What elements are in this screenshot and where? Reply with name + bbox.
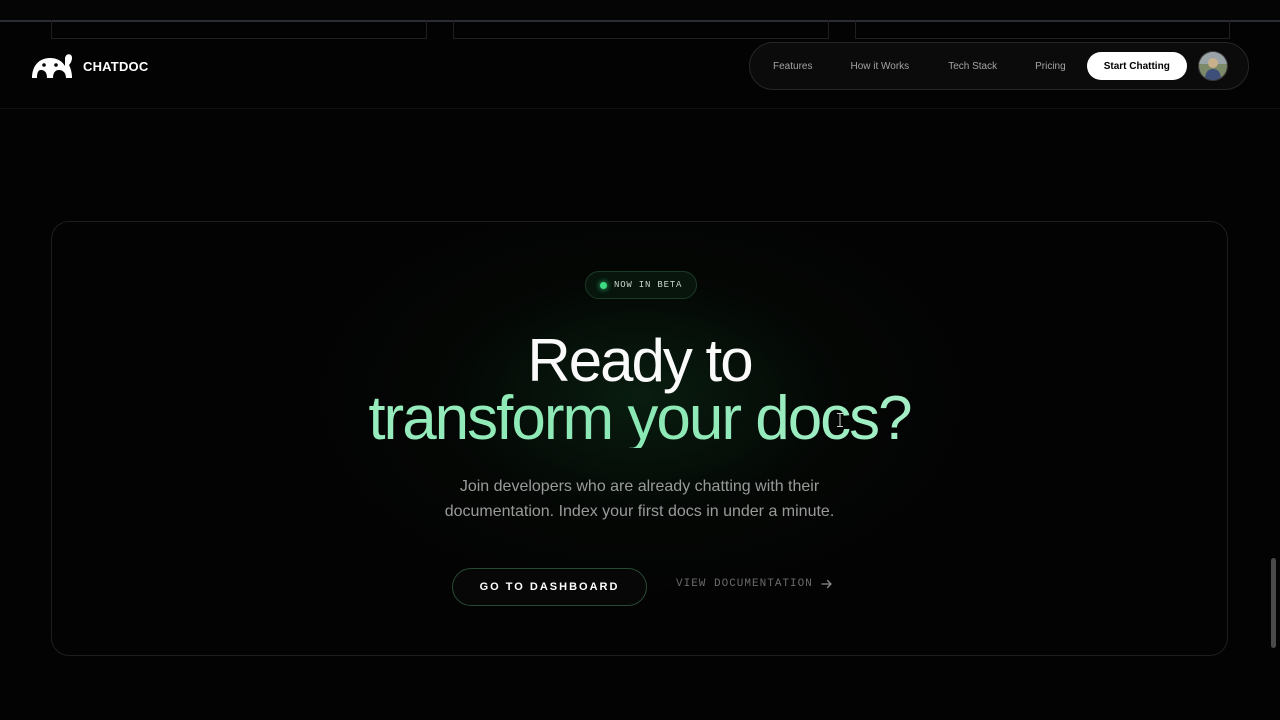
arrow-right-icon: [821, 579, 832, 589]
status-dot-icon: [600, 281, 607, 289]
previous-card: [855, 20, 1230, 39]
nav-link-pricing[interactable]: Pricing: [1035, 61, 1066, 72]
header-divider: [0, 108, 1280, 109]
page-scrollbar[interactable]: [1271, 558, 1276, 648]
user-avatar[interactable]: [1197, 51, 1228, 81]
heading-line-2: transform your docs?: [52, 388, 1227, 450]
nav-link-features[interactable]: Features: [773, 61, 812, 72]
subtitle-line-2: documentation. Index your first docs in …: [444, 503, 835, 520]
go-to-dashboard-button[interactable]: GO TO DASHBOARD: [452, 568, 647, 606]
cta-section: NOW IN BETA Ready to transform your docs…: [51, 221, 1228, 656]
avatar-image: [1198, 52, 1227, 80]
brand-logo[interactable]: CHATDOC: [30, 52, 148, 80]
documentation-link-label: VIEW DOCUMENTATION: [676, 578, 813, 590]
previous-section-edge: [0, 0, 1280, 22]
chatdoc-logo-icon: [32, 54, 73, 78]
badge-label: NOW IN BETA: [614, 280, 683, 290]
heading-line-1: Ready to: [527, 327, 753, 394]
previous-card: [453, 20, 829, 39]
dashboard-button-label: GO TO DASHBOARD: [479, 581, 620, 593]
status-badge: NOW IN BETA: [585, 271, 698, 299]
nav-link-how-it-works[interactable]: How it Works: [850, 61, 909, 72]
view-documentation-link[interactable]: VIEW DOCUMENTATION: [676, 578, 833, 590]
cta-subtitle: Join developers who are already chatting…: [52, 474, 1227, 524]
nav-link-tech-stack[interactable]: Tech Stack: [948, 61, 997, 72]
cta-heading: Ready to transform your docs?: [52, 327, 1227, 450]
subtitle-line-1: Join developers who are already chatting…: [459, 478, 820, 495]
brand-name: CHATDOC: [83, 58, 149, 74]
previous-card: [51, 20, 427, 39]
text-cursor-icon: [837, 413, 843, 427]
top-navigation: Features How it Works Tech Stack Pricing…: [749, 42, 1249, 90]
start-chatting-button[interactable]: Start Chatting: [1086, 52, 1187, 80]
